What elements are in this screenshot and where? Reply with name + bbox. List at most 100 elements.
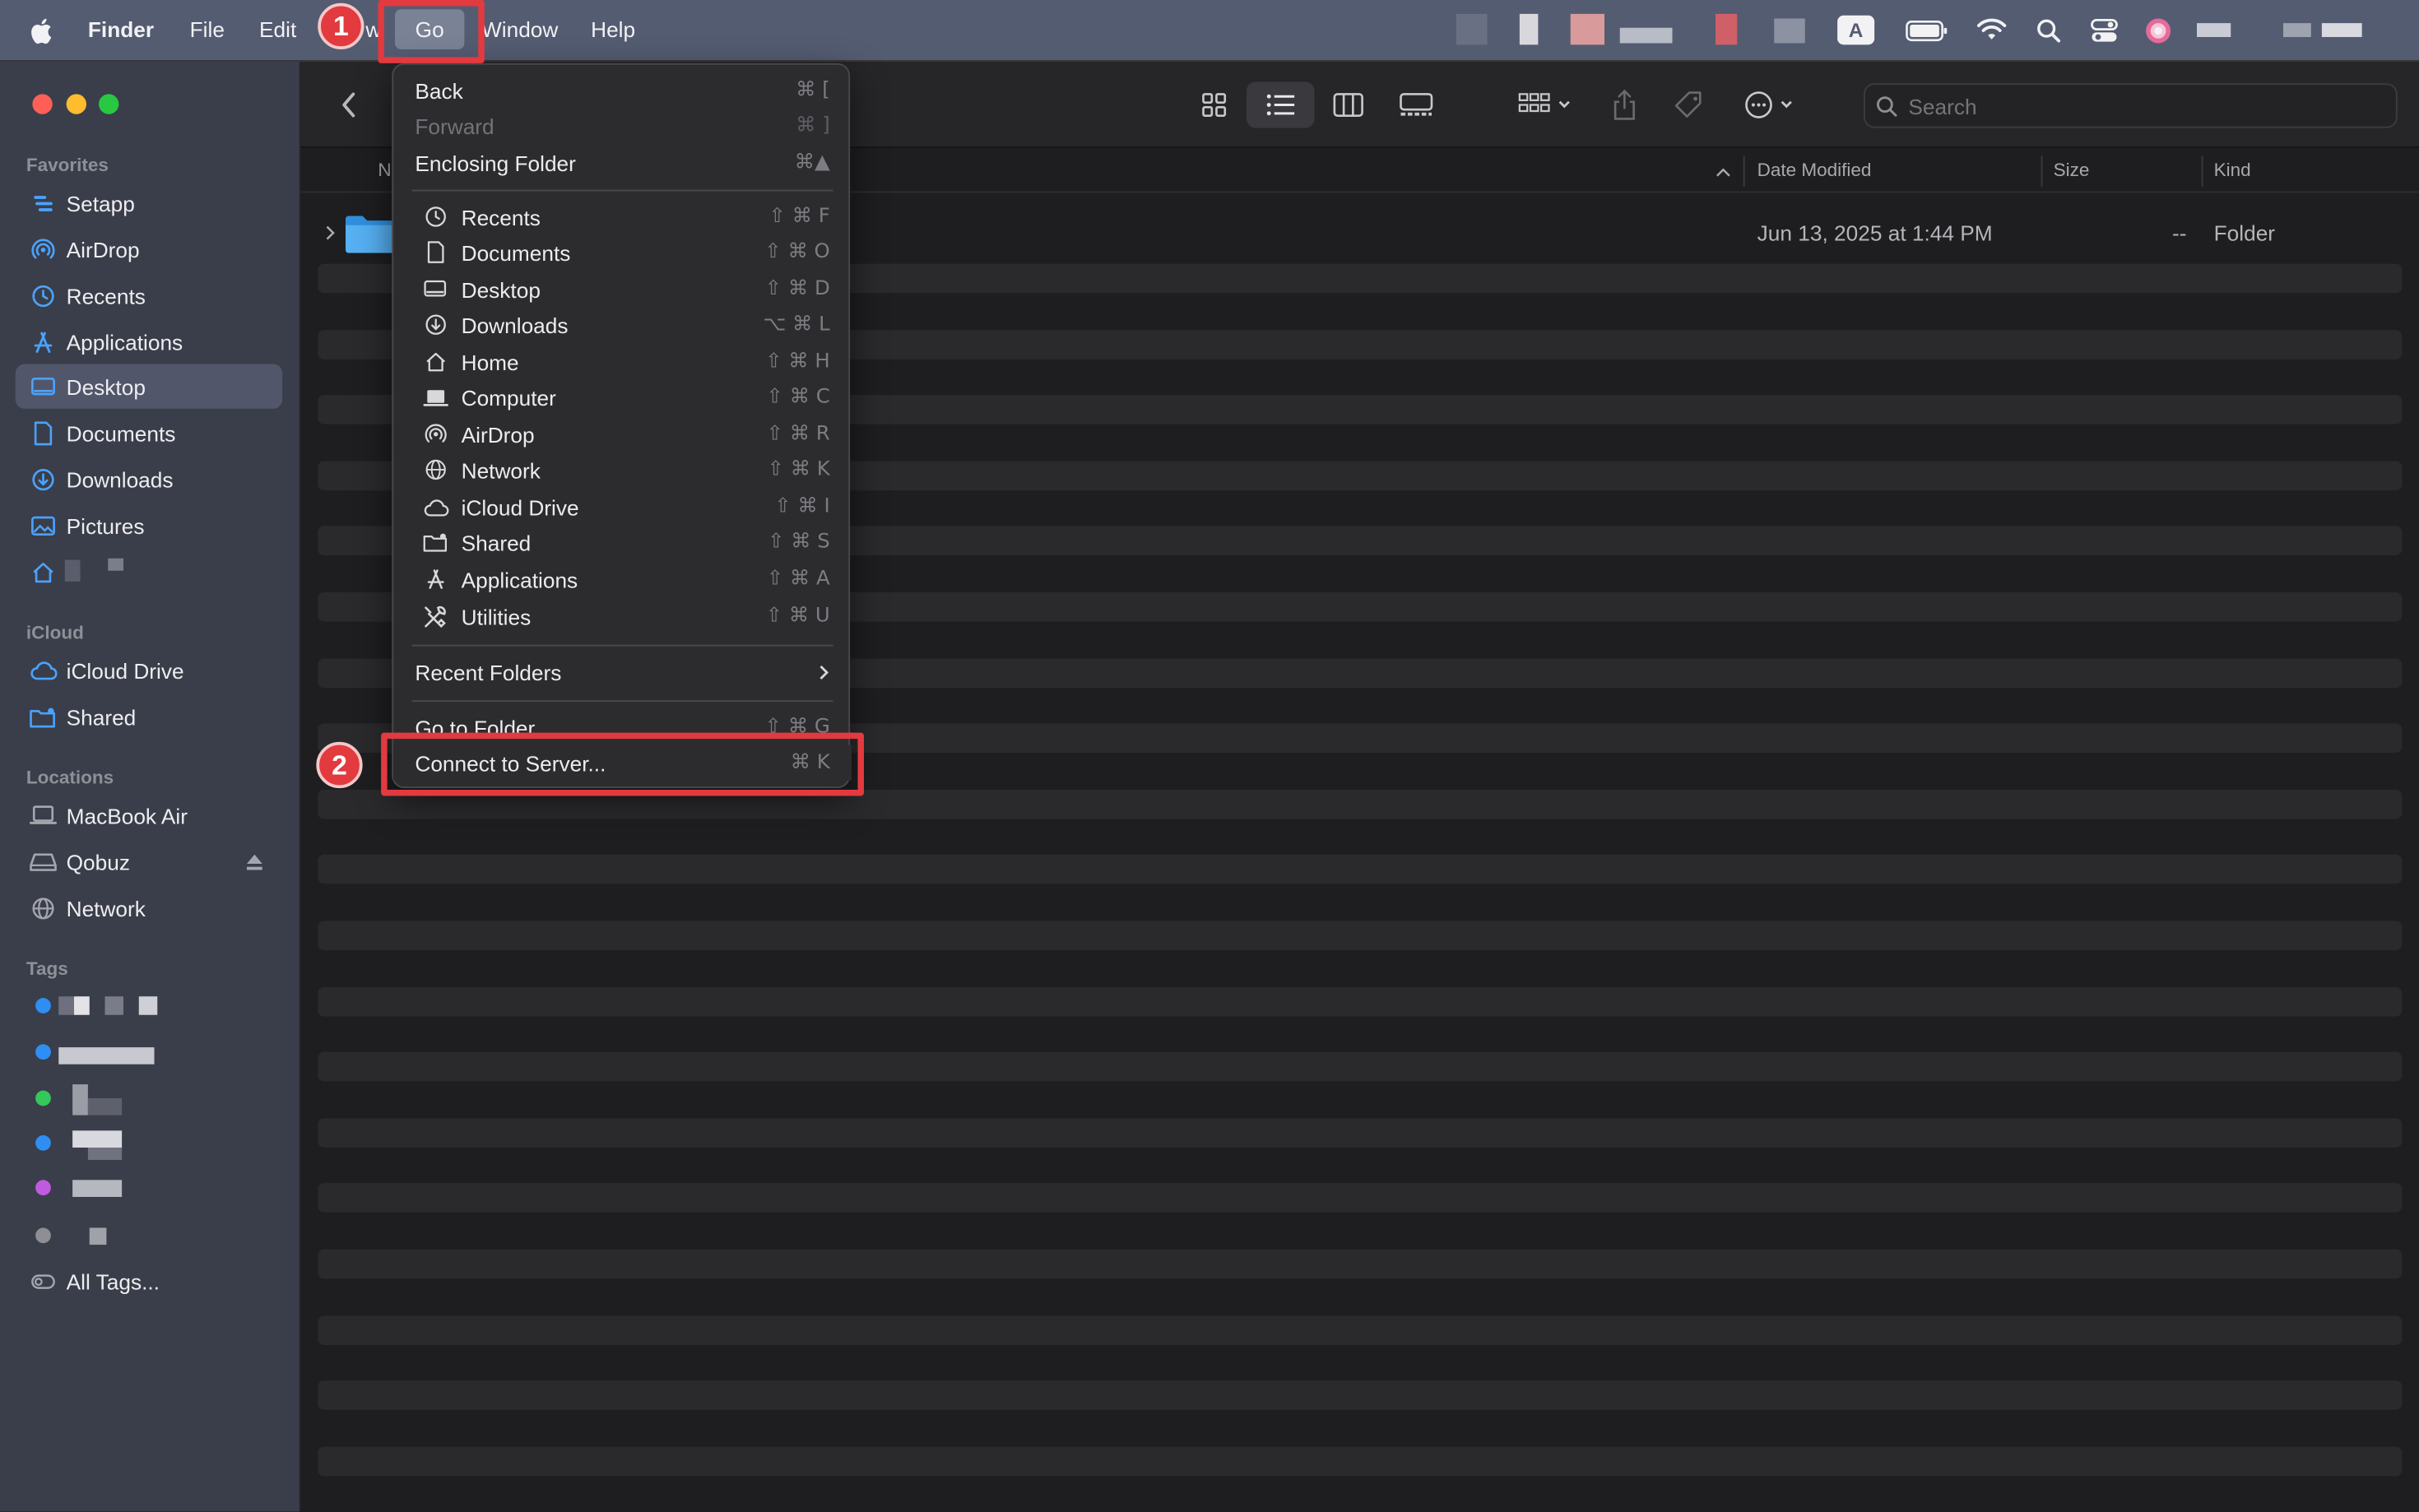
clock-blurred[interactable] — [2321, 23, 2362, 37]
redacted-tag-name[interactable] — [104, 996, 123, 1015]
menu-item-airdrop[interactable]: AirDrop ⇧ ⌘ R — [393, 416, 852, 452]
column-divider[interactable] — [2201, 155, 2203, 187]
menu-item-computer[interactable]: Computer ⇧ ⌘ C — [393, 379, 852, 415]
sidebar-item-downloads[interactable]: Downloads — [16, 457, 282, 501]
status-item-blurred[interactable] — [1519, 13, 1539, 45]
group-by-button[interactable] — [1512, 83, 1581, 127]
column-view-button[interactable] — [1327, 83, 1371, 127]
control-center-icon[interactable] — [2091, 17, 2119, 53]
status-item-blurred[interactable] — [1570, 13, 1604, 45]
menu-item-documents[interactable]: Documents ⇧ ⌘ O — [393, 234, 852, 270]
column-size-header[interactable]: Size — [2054, 150, 2090, 193]
redacted-tag-name[interactable] — [74, 996, 90, 1015]
clock-icon — [30, 283, 58, 308]
redacted-tag-name[interactable] — [72, 1130, 123, 1148]
sidebar-item-documents[interactable]: Documents — [16, 410, 282, 455]
status-item-blurred[interactable] — [1619, 27, 1673, 44]
redacted-tag-name[interactable] — [138, 996, 158, 1015]
menu-item-label: Recents — [461, 204, 541, 230]
menu-item-shortcut: ⇧ ⌘ A — [766, 568, 830, 591]
redacted-tag-name[interactable] — [72, 1180, 123, 1197]
sidebar-item-pictures[interactable]: Pictures — [16, 503, 282, 547]
column-divider[interactable] — [2041, 155, 2043, 187]
sidebar-item-shared[interactable]: Shared — [16, 694, 282, 739]
menu-edit[interactable]: Edit — [259, 0, 296, 60]
minimize-window-button[interactable] — [66, 94, 86, 114]
search-input[interactable] — [1908, 90, 2371, 123]
menu-item-back[interactable]: Back ⌘ [ — [393, 72, 852, 108]
redacted-tag-name[interactable] — [72, 1084, 88, 1115]
sidebar-item-qobuz[interactable]: Qobuz — [16, 839, 282, 884]
zoom-window-button[interactable] — [99, 94, 119, 114]
redacted-tag-name[interactable] — [89, 1227, 107, 1245]
column-date-header[interactable]: Date Modified — [1757, 150, 1872, 193]
share-icon[interactable] — [1604, 83, 1645, 127]
menu-help[interactable]: Help — [591, 0, 635, 60]
sidebar-item-all-tags[interactable]: All Tags... — [16, 1259, 282, 1303]
menu-item-home[interactable]: Home ⇧ ⌘ H — [393, 344, 852, 379]
tag-color-dot[interactable] — [35, 1227, 51, 1244]
sidebar-item-icloud-drive[interactable]: iCloud Drive — [16, 648, 282, 693]
redacted-tag-name[interactable] — [87, 1098, 123, 1115]
menu-window[interactable]: Window — [481, 0, 558, 60]
menu-finder[interactable]: Finder — [88, 0, 154, 60]
clock-blurred[interactable] — [2283, 23, 2311, 37]
wifi-icon[interactable] — [1976, 17, 2008, 49]
sidebar-item-network[interactable]: Network — [16, 885, 282, 930]
menu-separator — [411, 189, 833, 192]
column-divider[interactable] — [1743, 155, 1745, 187]
menu-item-shortcut: ⇧ ⌘ K — [767, 457, 830, 481]
sidebar-item-macbook-air[interactable]: MacBook Air — [16, 793, 282, 837]
eject-icon[interactable] — [245, 851, 264, 879]
column-kind-header[interactable]: Kind — [2214, 150, 2251, 193]
menu-item-label: Applications — [461, 567, 578, 592]
back-button[interactable] — [332, 86, 365, 123]
menu-item-enclosing-folder[interactable]: Enclosing Folder ⌘▲ — [393, 145, 852, 180]
status-item-blurred[interactable] — [1716, 13, 1738, 45]
icon-view-button[interactable] — [1192, 83, 1236, 127]
menu-item-shared[interactable]: Shared ⇧ ⌘ S — [393, 525, 852, 560]
tag-color-dot[interactable] — [35, 1090, 51, 1106]
menu-item-network[interactable]: Network ⇧ ⌘ K — [393, 452, 852, 487]
tag-color-dot[interactable] — [35, 1044, 51, 1060]
battery-icon[interactable] — [1906, 20, 1949, 49]
sidebar-item-airdrop[interactable]: AirDrop — [16, 227, 282, 271]
siri-icon[interactable] — [2144, 17, 2172, 53]
submenu-arrow-icon — [818, 661, 830, 689]
input-source-icon[interactable]: A — [1837, 15, 1875, 45]
disclosure-triangle-icon[interactable] — [324, 222, 337, 250]
menu-item-icloud-drive[interactable]: iCloud Drive ⇧ ⌘ I — [393, 489, 852, 524]
status-item-blurred[interactable] — [1774, 18, 1805, 44]
sidebar-item-setapp[interactable]: Setapp — [16, 180, 282, 225]
redacted-tag-name[interactable] — [58, 1047, 155, 1064]
tag-color-dot[interactable] — [35, 1135, 51, 1151]
list-view-button[interactable] — [1247, 81, 1315, 128]
menu-file[interactable]: File — [190, 0, 225, 60]
menu-item-forward: Forward ⌘ ] — [393, 108, 852, 143]
redacted-tag-name[interactable] — [58, 996, 74, 1015]
gallery-view-button[interactable] — [1391, 83, 1441, 127]
tag-icon[interactable] — [1669, 83, 1710, 127]
sidebar-item-desktop[interactable]: Desktop — [15, 364, 283, 409]
menu-item-recents[interactable]: Recents ⇧ ⌘ F — [393, 199, 852, 234]
spotlight-search-icon[interactable] — [2036, 19, 2061, 51]
status-item-blurred[interactable] — [1456, 13, 1488, 45]
menu-item-desktop[interactable]: Desktop ⇧ ⌘ D — [393, 271, 852, 307]
sidebar-item-recents[interactable]: Recents — [16, 273, 282, 318]
menu-item-applications[interactable]: Applications ⇧ ⌘ A — [393, 562, 852, 597]
airdrop-icon — [421, 423, 449, 446]
more-actions-button[interactable] — [1739, 83, 1807, 127]
close-window-button[interactable] — [32, 94, 53, 114]
tag-color-dot[interactable] — [35, 1180, 51, 1196]
menu-item-recent-folders[interactable]: Recent Folders — [393, 654, 852, 689]
search-field[interactable] — [1864, 83, 2398, 128]
sidebar-item-applications[interactable]: Applications — [16, 319, 282, 364]
redacted-tag-name[interactable] — [87, 1148, 123, 1160]
column-name-header[interactable]: N — [378, 150, 391, 193]
menu-item-downloads[interactable]: Downloads ⌥ ⌘ L — [393, 307, 852, 342]
apple-menu-icon[interactable] — [31, 0, 56, 60]
sidebar-item-home[interactable] — [16, 550, 282, 594]
tag-color-dot[interactable] — [35, 998, 51, 1013]
menu-item-utilities[interactable]: Utilities ⇧ ⌘ U — [393, 599, 852, 634]
sort-ascending-icon[interactable] — [1716, 153, 1731, 197]
